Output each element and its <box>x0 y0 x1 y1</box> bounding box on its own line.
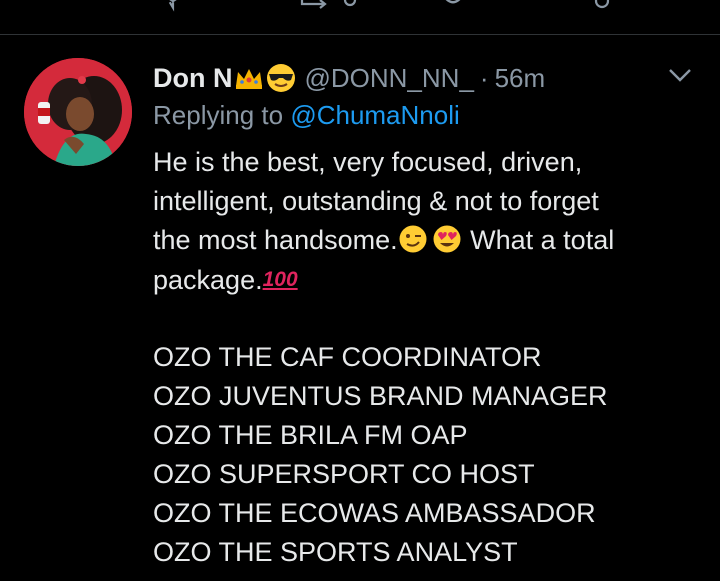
crown-emoji-icon <box>236 69 263 89</box>
replying-to-label: Replying to <box>153 100 284 130</box>
timestamp[interactable]: 56m <box>495 63 546 94</box>
chevron-down-icon[interactable] <box>666 63 694 87</box>
sunglasses-emoji-icon <box>267 64 296 92</box>
list-item: OZO THE BRILA FM OAP <box>153 420 468 450</box>
reply-icon[interactable] <box>160 0 186 12</box>
body-text-segment: package. <box>153 265 263 295</box>
hundred-emoji-icon: 100 <box>262 268 298 291</box>
list-item: OZO THE CAF COORDINATOR <box>153 342 542 372</box>
tweet-divider <box>0 34 720 35</box>
body-text-segment: the most handsome. <box>153 225 398 255</box>
list-item: OZO THE SPORTS ANALYST <box>153 537 518 567</box>
body-line: He is the best, very focused, driven, <box>153 147 583 177</box>
separator-dot: · <box>479 62 489 93</box>
tweet-body: He is the best, very focused, driven, in… <box>153 143 713 572</box>
tweet-header: Don N @DONN_NN_ · 56m <box>153 60 545 96</box>
previous-tweet-actions <box>0 0 720 34</box>
list-item: OZO THE ECOWAS AMBASSADOR <box>153 498 596 528</box>
retweet-icon[interactable] <box>300 0 360 14</box>
body-text-segment: What a total <box>462 225 615 255</box>
body-line: intelligent, outstanding & not to forget <box>153 186 599 216</box>
like-icon[interactable] <box>440 0 466 12</box>
wink-emoji-icon <box>399 225 427 253</box>
body-line: the most handsome. What a total <box>153 221 713 260</box>
display-name[interactable]: Don N <box>153 63 232 94</box>
share-icon[interactable] <box>590 0 614 12</box>
body-line: package.100 <box>153 260 713 299</box>
avatar[interactable] <box>24 58 132 166</box>
heart-eyes-emoji-icon <box>433 225 461 253</box>
avatar-illustration <box>24 58 132 166</box>
list-item: OZO SUPERSPORT CO HOST <box>153 459 535 489</box>
replying-to-mention[interactable]: @ChumaNnoli <box>290 100 459 130</box>
replying-to: Replying to @ChumaNnoli <box>153 100 460 131</box>
list-item: OZO JUVENTUS BRAND MANAGER <box>153 381 608 411</box>
user-handle[interactable]: @DONN_NN_ <box>304 63 473 94</box>
